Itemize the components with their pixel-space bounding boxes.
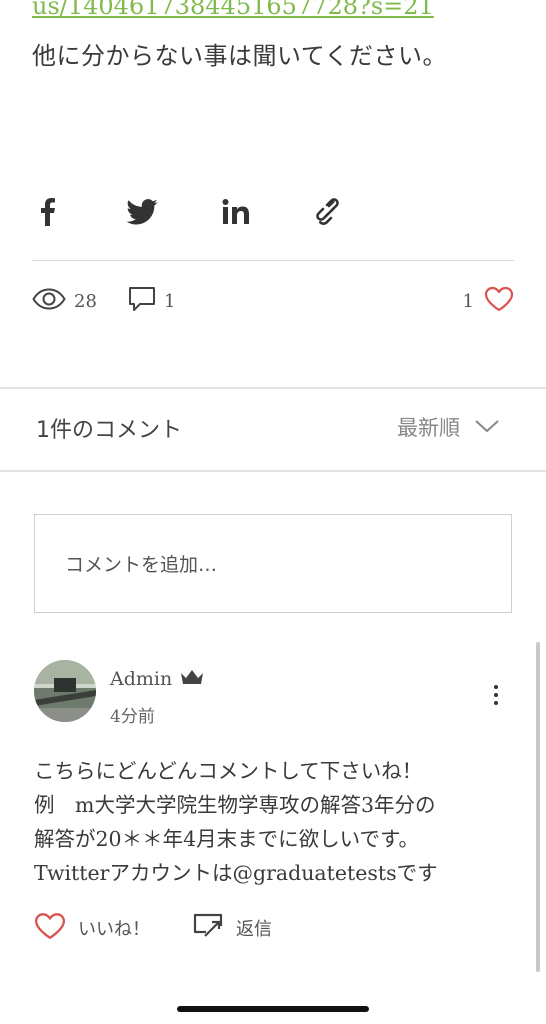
post-link[interactable]: us/1404617384451657728?s=21 <box>32 0 434 20</box>
eye-icon <box>32 287 66 315</box>
comment-body: こちらにどんどんコメントして下さいね！ 例 m大学大学院生物学専攻の解答3年分の… <box>34 754 514 890</box>
linkedin-icon[interactable] <box>218 194 254 230</box>
more-options-icon[interactable] <box>486 680 506 710</box>
twitter-icon[interactable] <box>124 194 160 230</box>
divider <box>0 387 546 389</box>
author-name: Admin <box>110 668 173 690</box>
comment-input[interactable]: コメントを追加… <box>34 514 512 613</box>
chevron-down-icon <box>460 415 500 439</box>
heart-icon <box>34 912 66 945</box>
sort-label: 最新順 <box>397 416 460 440</box>
comment-actions: いいね！ 返信 <box>34 910 334 946</box>
home-indicator[interactable] <box>177 1006 369 1012</box>
comment-author[interactable]: Admin <box>110 668 204 690</box>
post-stats: 28 1 1 <box>32 284 514 318</box>
like-label: いいね！ <box>78 919 150 940</box>
comments-stat: 1 <box>128 284 175 318</box>
reply-icon <box>192 912 224 945</box>
comment-line: こちらにどんどんコメントして下さいね！ <box>34 759 423 783</box>
comments-count: 1 <box>164 290 176 312</box>
crown-icon <box>172 668 204 690</box>
comments-header: 1件のコメント 最新順 <box>36 412 500 448</box>
share-bar <box>30 194 406 230</box>
reply-label: 返信 <box>236 919 272 940</box>
avatar[interactable] <box>34 660 96 722</box>
divider <box>32 260 514 261</box>
sort-dropdown[interactable]: 最新順 <box>397 412 500 442</box>
comment-input-placeholder: コメントを追加… <box>65 554 218 576</box>
reply-button[interactable]: 返信 <box>192 910 272 946</box>
divider <box>0 470 546 472</box>
comments-count-label: 1件のコメント <box>36 418 182 443</box>
facebook-icon[interactable] <box>30 194 66 230</box>
link-icon[interactable] <box>312 194 348 230</box>
scrollbar[interactable] <box>536 642 540 972</box>
likes-stat[interactable]: 1 <box>463 284 514 318</box>
views-stat: 28 <box>32 284 97 318</box>
comment-line: 例 m大学大学院生物学専攻の解答3年分の <box>34 793 436 817</box>
comment-line: Twitterアカウントは@graduatetestsです <box>34 861 438 885</box>
comment-timestamp: 4分前 <box>110 707 155 727</box>
heart-icon[interactable] <box>484 286 514 317</box>
post-body-text: 他に分からない事は聞いてください。 <box>32 42 448 70</box>
comment-line: 解答が20＊＊年4月末までに欲しいです。 <box>34 827 419 851</box>
likes-count: 1 <box>462 290 474 312</box>
views-count: 28 <box>74 290 97 312</box>
comment-bubble-icon <box>128 286 156 317</box>
like-button[interactable]: いいね！ <box>34 910 150 946</box>
